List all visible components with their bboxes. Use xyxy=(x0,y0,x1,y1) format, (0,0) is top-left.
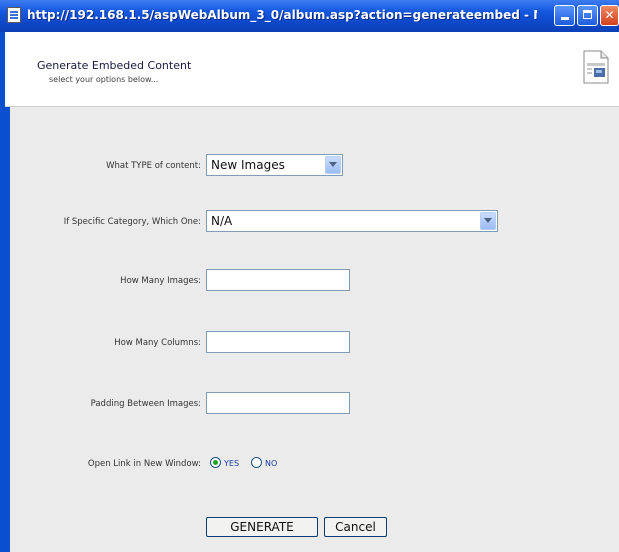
generate-button[interactable]: GENERATE xyxy=(206,517,318,537)
new-window-yes-radio[interactable] xyxy=(210,457,221,468)
minimize-button[interactable] xyxy=(554,5,575,26)
maximize-icon xyxy=(583,10,592,19)
page-content: Generate Embeded Content select your opt… xyxy=(5,32,619,552)
page-title: Generate Embeded Content xyxy=(37,59,192,72)
num-columns-input[interactable] xyxy=(206,331,350,353)
num-columns-label: How Many Columns: xyxy=(114,338,201,348)
category-select[interactable]: N/A xyxy=(206,210,498,232)
page-subtitle: select your options below... xyxy=(49,75,159,84)
category-label: If Specific Category, Which One: xyxy=(63,217,201,227)
page-icon xyxy=(7,7,21,23)
num-images-label: How Many Images: xyxy=(120,276,201,286)
chevron-down-icon[interactable] xyxy=(325,156,341,174)
num-images-input[interactable] xyxy=(206,269,350,291)
browser-window: http://192.168.1.5/aspWebAlbum_3_0/album… xyxy=(0,0,619,552)
window-border xyxy=(5,107,10,552)
content-type-value: New Images xyxy=(211,158,285,172)
dialog-header: Generate Embeded Content select your opt… xyxy=(5,32,619,107)
padding-input[interactable] xyxy=(206,392,350,414)
close-button[interactable]: ✕ xyxy=(600,5,619,26)
close-icon: ✕ xyxy=(604,8,615,22)
new-window-no-radio[interactable] xyxy=(251,457,262,468)
chevron-down-icon[interactable] xyxy=(480,212,496,230)
window-title: http://192.168.1.5/aspWebAlbum_3_0/album… xyxy=(27,8,537,22)
options-form: What TYPE of content: New Images If Spec… xyxy=(5,107,619,552)
cancel-button[interactable]: Cancel xyxy=(324,517,387,537)
content-type-select[interactable]: New Images xyxy=(206,154,343,176)
category-value: N/A xyxy=(211,214,233,228)
content-type-label: What TYPE of content: xyxy=(106,161,201,171)
title-bar[interactable]: http://192.168.1.5/aspWebAlbum_3_0/album… xyxy=(0,0,619,32)
new-window-no-label[interactable]: NO xyxy=(265,459,277,468)
maximize-button[interactable] xyxy=(577,5,598,26)
new-window-yes-label[interactable]: YES xyxy=(224,459,239,468)
padding-label: Padding Between Images: xyxy=(90,399,201,409)
minimize-icon xyxy=(560,17,569,20)
document-image-icon xyxy=(583,50,609,84)
new-window-label: Open Link in New Window: xyxy=(87,459,201,469)
